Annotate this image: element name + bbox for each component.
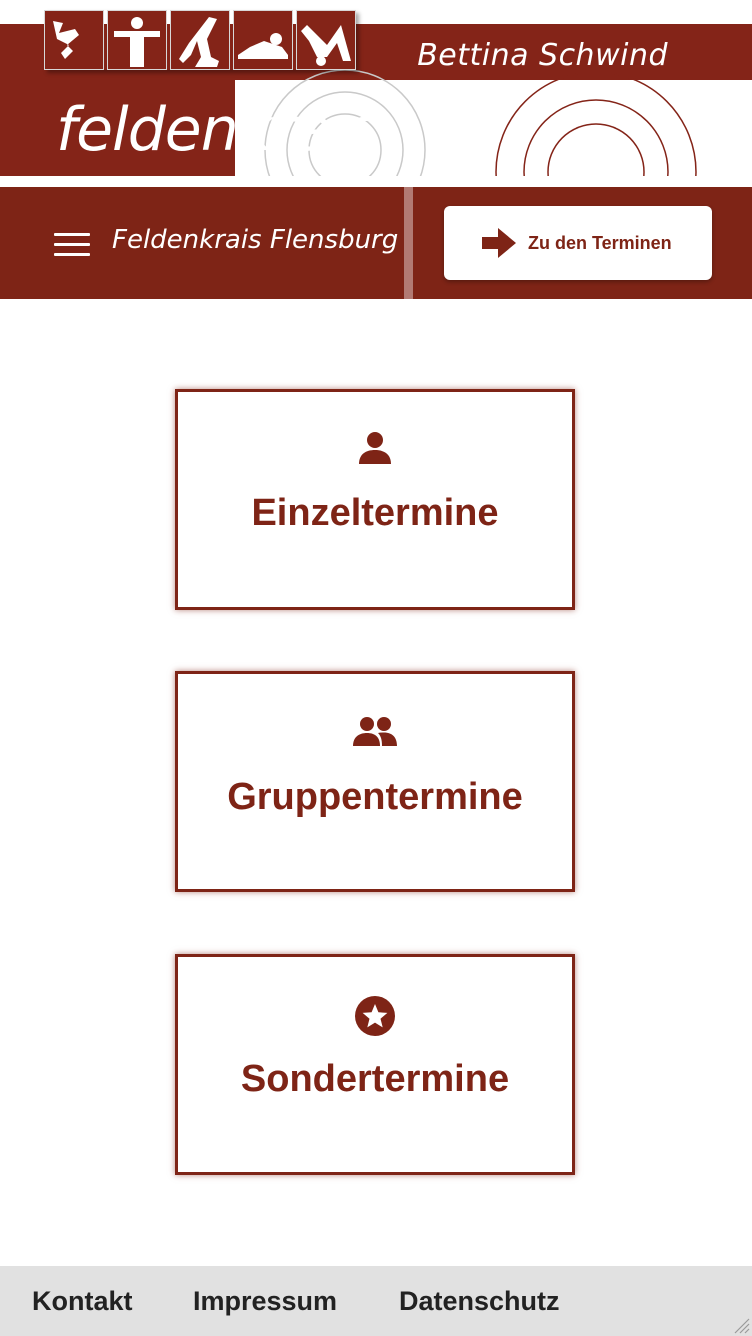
card-label: Sondertermine bbox=[240, 1058, 510, 1100]
card-sondertermine[interactable]: Sondertermine bbox=[175, 954, 575, 1175]
figure-kneeling-icon bbox=[170, 10, 230, 70]
resize-grip-icon[interactable] bbox=[732, 1316, 750, 1334]
figure-bridge-icon bbox=[296, 10, 356, 70]
user-icon bbox=[359, 432, 391, 464]
footer: Kontakt Impressum Datenschutz bbox=[0, 1266, 752, 1336]
header-banner: Bettina Schwind feldenkrais bbox=[0, 0, 752, 187]
site-logo[interactable]: feldenkrais bbox=[56, 100, 378, 160]
card-gruppentermine[interactable]: Gruppentermine bbox=[175, 671, 575, 892]
card-label: Einzeltermine bbox=[251, 492, 499, 534]
nav-divider bbox=[404, 187, 413, 299]
footer-link-datenschutz[interactable]: Datenschutz bbox=[399, 1286, 560, 1317]
figure-standing-icon bbox=[107, 10, 167, 70]
arrow-right-icon bbox=[482, 228, 516, 258]
footer-link-kontakt[interactable]: Kontakt bbox=[32, 1286, 133, 1317]
footer-link-impressum[interactable]: Impressum bbox=[193, 1286, 337, 1317]
figure-reaching-icon bbox=[44, 10, 104, 70]
movement-figures bbox=[44, 10, 356, 70]
users-icon bbox=[353, 717, 397, 746]
hamburger-icon[interactable] bbox=[54, 233, 90, 257]
navigation-bar: Feldenkrais Flensburg Zu den Terminen bbox=[0, 187, 752, 299]
appointments-button-label: Zu den Terminen bbox=[528, 232, 672, 253]
appointments-button[interactable]: Zu den Terminen bbox=[444, 206, 712, 280]
card-label: Gruppentermine bbox=[227, 776, 523, 818]
author-name: Bettina Schwind bbox=[417, 38, 668, 73]
figure-lying-icon bbox=[233, 10, 293, 70]
banner-divider-line bbox=[0, 176, 752, 187]
site-title[interactable]: Feldenkrais Flensburg bbox=[112, 225, 398, 255]
star-circle-icon bbox=[355, 996, 395, 1036]
card-einzeltermine[interactable]: Einzeltermine bbox=[175, 389, 575, 610]
